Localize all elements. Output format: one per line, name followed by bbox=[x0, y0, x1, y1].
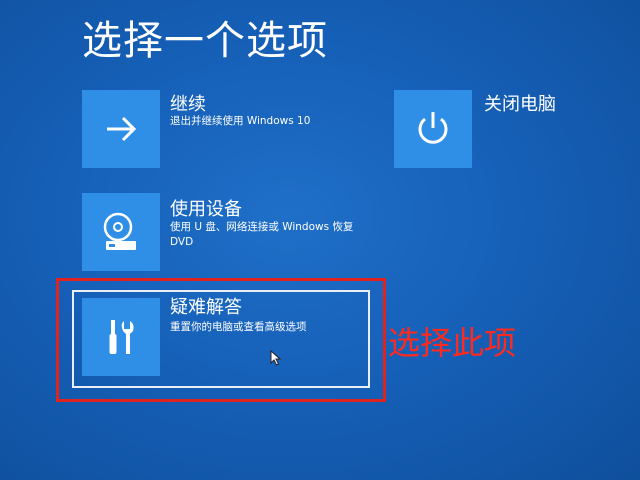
use-device-title: 使用设备 bbox=[170, 199, 242, 220]
continue-description: 退出并继续使用 Windows 10 bbox=[170, 115, 311, 127]
power-icon bbox=[418, 112, 448, 144]
annotation-text: 选择此项 bbox=[388, 324, 517, 362]
shutdown-option[interactable]: 关闭电脑 bbox=[394, 90, 594, 170]
page-title: 选择一个选项 bbox=[82, 18, 328, 64]
continue-option[interactable]: 继续 退出并继续使用 Windows 10 bbox=[82, 90, 342, 170]
arrow-right-icon bbox=[107, 116, 137, 142]
annotation-highlight-box bbox=[56, 278, 386, 402]
shutdown-tile-icon[interactable] bbox=[394, 90, 472, 168]
shutdown-title: 关闭电脑 bbox=[484, 94, 556, 115]
use-device-description-line2: DVD bbox=[170, 236, 194, 248]
use-device-description-line1: 使用 U 盘、网络连接或 Windows 恢复 bbox=[170, 221, 354, 233]
continue-tile-icon[interactable] bbox=[82, 90, 160, 168]
use-device-tile-icon[interactable] bbox=[82, 193, 160, 271]
disc-drive-icon bbox=[103, 212, 136, 250]
use-device-option[interactable]: 使用设备 使用 U 盘、网络连接或 Windows 恢复 DVD bbox=[82, 193, 372, 273]
continue-title: 继续 bbox=[170, 94, 206, 115]
